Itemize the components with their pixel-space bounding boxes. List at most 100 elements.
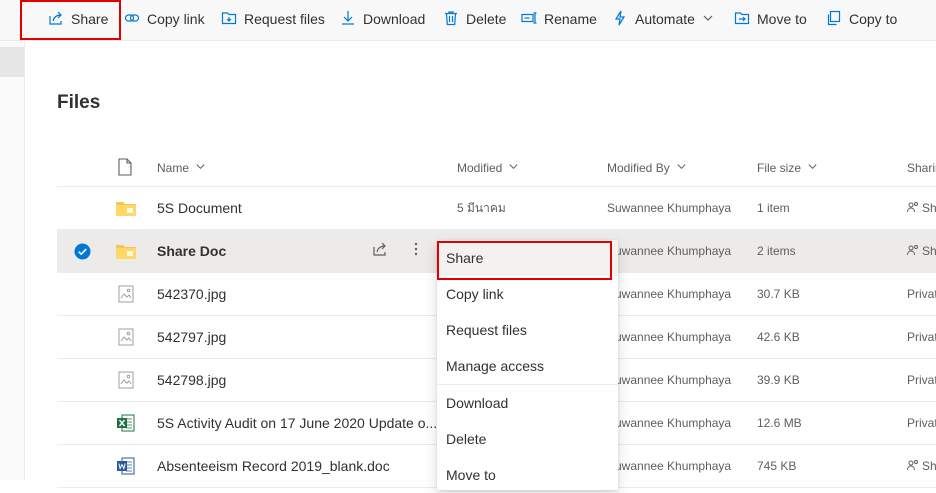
file-name[interactable]: 542798.jpg (157, 359, 226, 401)
image-file-icon (115, 359, 137, 401)
context-menu: Share Copy link Request files Manage acc… (437, 240, 618, 490)
command-bar: Share Copy link Request files Download D… (0, 0, 936, 41)
copy-to-icon (826, 10, 842, 29)
column-header-modified-label: Modified (457, 161, 503, 175)
modified-by: Suwannee Khumphaya (607, 244, 732, 258)
file-name[interactable]: 542797.jpg (157, 316, 226, 358)
file-name[interactable]: 5S Document (157, 187, 242, 229)
delete-button[interactable]: Delete (443, 0, 506, 38)
file-size: 42.6 KB (757, 330, 800, 344)
column-header-modified-by[interactable]: Modified By (607, 150, 687, 186)
share-icon[interactable] (372, 241, 388, 262)
more-options-icon[interactable] (408, 241, 424, 262)
column-header-sharing[interactable]: Sharing (907, 150, 936, 186)
row-actions (372, 230, 424, 272)
move-to-button[interactable]: Move to (734, 0, 807, 38)
chevron-down-icon (508, 161, 519, 175)
modified-by: Suwannee Khumphaya (607, 373, 732, 387)
automate-label: Automate (635, 11, 695, 27)
download-icon (340, 10, 356, 29)
automate-icon (612, 10, 628, 29)
chevron-down-icon (807, 161, 818, 175)
sharing-status: Privat (907, 330, 936, 344)
sharing-status: Privat (907, 416, 936, 430)
file-size: 2 items (757, 244, 796, 258)
move-to-icon (734, 10, 750, 29)
image-file-icon (115, 316, 137, 358)
chevron-down-icon (702, 11, 714, 27)
modified-date: 5 มีนาคม (457, 200, 506, 215)
file-size: 745 KB (757, 459, 797, 473)
folder-icon (115, 230, 137, 272)
sharing-status: Sh (907, 187, 936, 229)
trash-icon (443, 10, 459, 29)
file-size: 30.7 KB (757, 287, 800, 301)
column-header-name[interactable]: Name (157, 150, 206, 186)
column-header-modified-by-label: Modified By (607, 161, 670, 175)
file-name[interactable]: 542370.jpg (157, 273, 226, 315)
people-icon (907, 459, 919, 474)
word-file-icon (115, 445, 137, 487)
people-icon (907, 201, 919, 216)
copy-to-button[interactable]: Copy to (826, 0, 897, 38)
sharing-status: Privat (907, 287, 936, 301)
file-name[interactable]: 5S Activity Audit on 17 June 2020 Update… (157, 402, 437, 444)
rename-icon (521, 10, 537, 29)
menu-item-share[interactable]: Share (437, 240, 618, 276)
modified-by: Suwannee Khumphaya (607, 287, 732, 301)
request-files-button[interactable]: Request files (221, 0, 325, 38)
menu-item-delete[interactable]: Delete (437, 421, 618, 457)
page-title: Files (57, 92, 101, 113)
column-header-file-size[interactable]: File size (757, 150, 818, 186)
share-button[interactable]: Share (48, 0, 108, 38)
menu-item-copy-link[interactable]: Copy link (437, 276, 618, 312)
sharing-label: Sh (922, 459, 936, 473)
file-name[interactable]: Absenteeism Record 2019_blank.doc (157, 445, 390, 487)
sharing-status: Sh (907, 230, 936, 272)
file-type-header[interactable] (117, 150, 133, 186)
file-size: 39.9 KB (757, 373, 800, 387)
rename-label: Rename (544, 11, 597, 27)
menu-item-move-to[interactable]: Move to (437, 457, 618, 493)
column-header-file-size-label: File size (757, 161, 802, 175)
column-header-name-label: Name (157, 161, 190, 175)
chevron-down-icon (195, 161, 206, 175)
automate-button[interactable]: Automate (612, 0, 714, 38)
link-icon (124, 10, 140, 29)
move-to-label: Move to (757, 11, 807, 27)
sharing-label: Sh (922, 244, 936, 258)
rename-button[interactable]: Rename (521, 0, 597, 38)
request-files-label: Request files (244, 11, 325, 27)
people-icon (907, 244, 919, 259)
copy-to-label: Copy to (849, 11, 898, 27)
folder-icon (115, 187, 137, 229)
sharing-label: Sh (922, 201, 936, 215)
file-size: 12.6 MB (757, 416, 802, 430)
file-name[interactable]: Share Doc (157, 230, 226, 272)
document-icon (117, 157, 133, 179)
excel-file-icon (115, 402, 137, 444)
chevron-down-icon (676, 161, 687, 175)
sharing-status: Sh (907, 445, 936, 487)
menu-item-manage-access[interactable]: Manage access (437, 348, 618, 384)
modified-by: Suwannee Khumphaya (607, 201, 732, 215)
left-rail-selected-item[interactable] (0, 47, 24, 77)
list-header: Name Modified Modified By File size Shar… (57, 150, 936, 187)
modified-by: Suwannee Khumphaya (607, 459, 732, 473)
menu-item-download[interactable]: Download (437, 385, 618, 421)
left-rail (0, 41, 25, 480)
file-size: 1 item (757, 201, 790, 215)
download-label: Download (363, 11, 426, 27)
table-row[interactable]: 5S Document 5 มีนาคม Suwannee Khumphaya … (57, 187, 936, 230)
copy-link-label: Copy link (147, 11, 205, 27)
image-file-icon (115, 273, 137, 315)
checkmark-circle-icon[interactable] (72, 230, 92, 272)
modified-by: Suwannee Khumphaya (607, 330, 732, 344)
column-header-sharing-label: Sharing (907, 161, 936, 175)
download-button[interactable]: Download (340, 0, 425, 38)
sharing-status: Privat (907, 373, 936, 387)
request-files-icon (221, 10, 237, 29)
menu-item-request-files[interactable]: Request files (437, 312, 618, 348)
column-header-modified[interactable]: Modified (457, 150, 519, 186)
copy-link-button[interactable]: Copy link (124, 0, 205, 38)
